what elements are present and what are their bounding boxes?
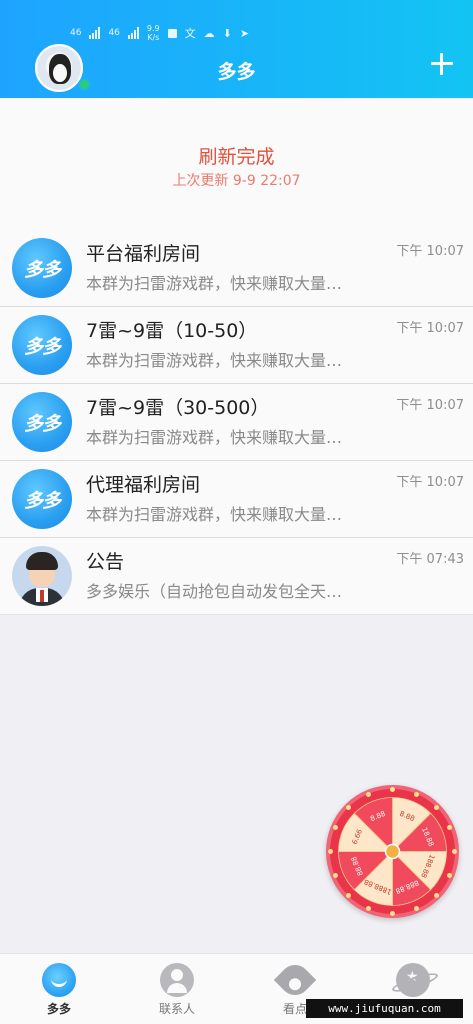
conversation-time: 下午 10:07 [396,398,464,413]
lucky-wheel-button[interactable]: 8.88 18.88 188.88 888.88 1888.88 88.88 6.66 8.8… [326,785,459,918]
wheel-rim-light [366,791,372,797]
conversation-item[interactable]: 公告 多多娱乐（自动抢包自动发包全天… 下午 07:43 [0,538,473,615]
signal-icon [89,27,101,39]
announcement-avatar [12,546,72,606]
avatar-text: 多多 [23,335,61,358]
tab-contacts[interactable]: 联系人 [118,954,236,1024]
refresh-status: 刷新完成 [198,146,275,168]
wheel-rim-light [390,787,395,792]
plus-icon[interactable] [428,50,456,78]
contacts-icon [160,963,194,997]
wheel-hub [384,843,401,860]
tab-duoduo[interactable]: 多多 [0,954,118,1024]
conversation-name: 公告 [86,551,125,573]
conversation-name: 7雷~9雷（10-50） [86,320,258,342]
speed-unit: K/s [147,33,160,42]
cloud-icon: ☁ [203,26,215,40]
conversation-item[interactable]: 多多 平台福利房间 本群为扫雷游戏群，快来赚取大量… 下午 10:07 [0,230,473,307]
signal-icon [127,27,139,39]
wheel-rim-light [433,805,439,811]
location-icon: ➤ [239,26,250,40]
conversation-name: 代理福利房间 [86,474,201,496]
conversation-time: 下午 10:07 [396,321,464,336]
refresh-panel: 刷新完成 上次更新 9-9 22:07 [0,98,473,230]
lucky-wheel-graphic: 8.8818.88188.88888.881888.8888.886.668.8… [338,797,447,906]
wheel-rim-light [452,849,457,854]
avatar-hair [26,552,58,570]
group-avatar: 多多 [12,469,72,529]
wheel-rim-light [447,872,453,878]
top-bar: 46 46 9.9 K/s 文 ☁ ⬇ ➤ 多多 [0,0,473,98]
conversation-item[interactable]: 多多 7雷~9雷（30-500） 本群为扫雷游戏群，快来赚取大量… 下午 10:… [0,384,473,461]
eye-icon [273,958,317,1002]
conversation-name: 7雷~9雷（30-500） [86,397,270,419]
avatar-text: 多多 [23,258,61,281]
status-bar: 46 46 9.9 K/s 文 ☁ ⬇ ➤ [70,22,249,44]
signal-label-2: 46 [108,28,120,38]
conversation-preview: 本群为扫雷游戏群，快来赚取大量… [86,274,343,293]
wheel-rim-light [413,906,419,912]
wheel-rim-light [366,906,372,912]
conversation-list: 多多 平台福利房间 本群为扫雷游戏群，快来赚取大量… 下午 10:07 多多 7… [0,230,473,615]
notification-icon [167,28,177,38]
conversation-time: 下午 07:43 [396,552,464,567]
speed-value: 9.9 [146,24,160,33]
wheel-rim-light [328,849,333,854]
tab-label: 多多 [46,1002,71,1016]
group-avatar: 多多 [12,392,72,452]
conversation-preview: 本群为扫雷游戏群，快来赚取大量… [86,428,343,447]
download-icon: ⬇ [222,26,232,40]
conversation-preview: 本群为扫雷游戏群，快来赚取大量… [86,505,343,524]
planet-icon [396,963,430,997]
conversation-time: 下午 10:07 [396,475,464,490]
wheel-rim-light [332,872,338,878]
avatar-tie [40,590,44,602]
wheel-rim-light [332,825,338,831]
last-update-time: 上次更新 9-9 22:07 [172,173,301,189]
page-title: 多多 [217,61,256,83]
avatar-text: 多多 [23,489,61,512]
group-avatar: 多多 [12,238,72,298]
signal-label-1: 46 [70,28,82,38]
wheel-rim-light [433,892,439,898]
conversation-time: 下午 10:07 [396,244,464,259]
wheel-rim-light [390,911,395,916]
wheel-rim-light [346,892,352,898]
group-avatar: 多多 [12,315,72,375]
wheel-rim-light [447,825,453,831]
duoduo-icon [42,963,76,997]
conversation-preview: 多多娱乐（自动抢包自动发包全天… [86,582,343,601]
translate-icon: 文 [184,27,196,40]
avatar-text: 多多 [23,412,61,435]
conversation-preview: 本群为扫雷游戏群，快来赚取大量… [86,351,343,370]
network-speed: 9.9 K/s [147,24,160,42]
tab-label: 联系人 [158,1002,195,1016]
conversation-name: 平台福利房间 [86,243,201,265]
conversation-item[interactable]: 多多 7雷~9雷（10-50） 本群为扫雷游戏群，快来赚取大量… 下午 10:0… [0,307,473,384]
wheel-rim-light [413,791,419,797]
conversation-item[interactable]: 多多 代理福利房间 本群为扫雷游戏群，快来赚取大量… 下午 10:07 [0,461,473,538]
watermark: www.jiufuquan.com [306,999,463,1018]
